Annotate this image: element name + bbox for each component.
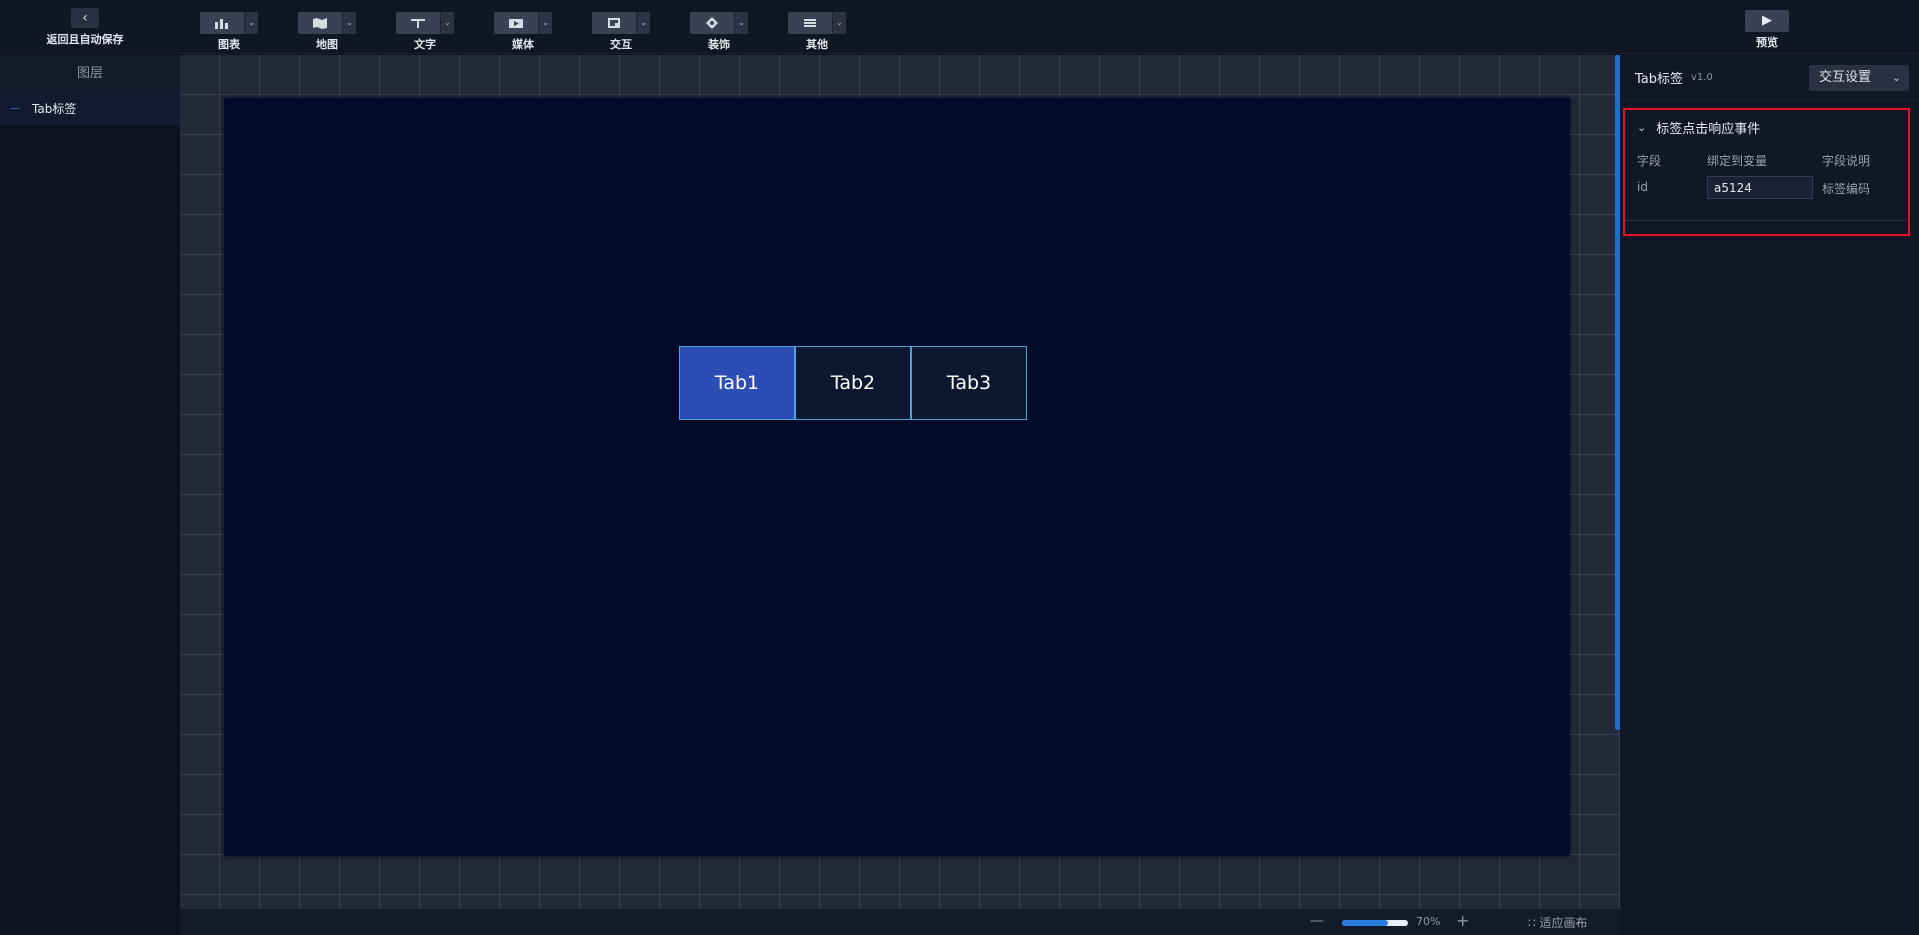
chevron-down-icon[interactable]: ⌄ <box>832 12 846 34</box>
field-description: 标签编码 <box>1822 182 1871 196</box>
layer-item-label: Tab标签 <box>32 102 77 116</box>
tool-chart[interactable]: ⌄ 图表 <box>200 12 258 52</box>
tool-map-label: 地图 <box>316 38 338 51</box>
zoom-out-button[interactable]: — <box>1310 913 1324 929</box>
event-title: 标签点击响应事件 <box>1656 122 1761 137</box>
chevron-down-icon[interactable]: ⌄ <box>244 12 258 34</box>
tool-chart-label: 图表 <box>218 38 240 51</box>
component-version: v1.0 <box>1691 72 1713 83</box>
event-section: ⌄ 标签点击响应事件 字段 绑定到变量 字段说明 id 标签编码 <box>1623 108 1910 236</box>
tab-component[interactable]: Tab1 Tab2 Tab3 <box>679 346 1027 420</box>
col-field-header: 字段 <box>1637 154 1662 168</box>
zoom-slider-fill <box>1342 920 1389 926</box>
canvas-stage[interactable]: Tab1 Tab2 Tab3 <box>224 98 1570 856</box>
col-desc-header: 字段说明 <box>1822 154 1871 168</box>
chevron-down-icon[interactable]: ⌄ <box>538 12 552 34</box>
tool-decoration-label: 装饰 <box>708 38 730 51</box>
top-toolbar: ‹ 返回且自动保存 ⌄ 图表 ⌄ 地图 ⌄ 文字 ⌄ 媒体 ⌄ 交互 ⌄ 装饰 … <box>0 0 1919 54</box>
back-save-label: 返回且自动保存 <box>46 33 124 46</box>
col-bind-header: 绑定到变量 <box>1707 154 1768 168</box>
preview-button[interactable]: ▶ 预览 <box>1745 10 1789 50</box>
chart-icon <box>200 12 244 34</box>
tool-interaction-label: 交互 <box>610 38 632 51</box>
mode-select[interactable]: 交互设置 ⌄ <box>1809 65 1909 91</box>
tab-2[interactable]: Tab2 <box>795 346 911 420</box>
chevron-down-icon: ⌄ <box>1891 71 1901 84</box>
field-name: id <box>1637 180 1648 194</box>
tool-media-label: 媒体 <box>512 38 534 51</box>
zoom-slider[interactable] <box>1342 920 1408 926</box>
back-save-button[interactable]: ‹ 返回且自动保存 <box>30 8 140 47</box>
layer-panel-title: 图层 <box>0 55 180 93</box>
event-section-toggle[interactable]: ⌄ 标签点击响应事件 <box>1637 118 1760 137</box>
tool-other-label: 其他 <box>806 38 828 51</box>
chevron-down-icon[interactable]: ⌄ <box>636 12 650 34</box>
fit-canvas-button[interactable]: ∷ 适应画布 <box>1528 914 1587 931</box>
layer-panel: 图层 — Tab标签 <box>0 55 180 935</box>
property-panel: Tab标签 v1.0 交互设置 ⌄ ⌄ 标签点击响应事件 字段 绑定到变量 字段… <box>1620 55 1919 935</box>
media-icon <box>494 12 538 34</box>
component-title: Tab标签 <box>1635 72 1684 87</box>
divider <box>1625 220 1908 221</box>
zoom-bar: — 70% + ∷ 适应画布 <box>180 909 1620 935</box>
layer-item-tab[interactable]: — Tab标签 <box>0 93 180 125</box>
fit-icon: ∷ <box>1528 916 1540 930</box>
map-icon <box>298 12 342 34</box>
tab-layer-icon: — <box>10 103 20 114</box>
variable-input[interactable] <box>1707 176 1813 199</box>
fit-canvas-label: 适应画布 <box>1539 916 1588 930</box>
preview-label: 预览 <box>1756 36 1778 49</box>
tab-1[interactable]: Tab1 <box>679 346 795 420</box>
tool-text-label: 文字 <box>414 38 436 51</box>
tool-map[interactable]: ⌄ 地图 <box>298 12 356 52</box>
tool-text[interactable]: ⌄ 文字 <box>396 12 454 52</box>
chevron-down-icon: ⌄ <box>1637 121 1647 134</box>
tool-media[interactable]: ⌄ 媒体 <box>494 12 552 52</box>
tool-other[interactable]: ⌄ 其他 <box>788 12 846 52</box>
play-icon: ▶ <box>1745 10 1789 32</box>
mode-select-value: 交互设置 <box>1819 70 1872 85</box>
other-icon <box>788 12 832 34</box>
chevron-down-icon[interactable]: ⌄ <box>734 12 748 34</box>
tool-decoration[interactable]: ⌄ 装饰 <box>690 12 748 52</box>
zoom-value: 70% <box>1416 915 1441 928</box>
text-icon <box>396 12 440 34</box>
chevron-left-icon: ‹ <box>71 8 99 28</box>
chevron-down-icon[interactable]: ⌄ <box>440 12 454 34</box>
zoom-in-button[interactable]: + <box>1456 911 1469 930</box>
decoration-icon <box>690 12 734 34</box>
tab-3[interactable]: Tab3 <box>911 346 1027 420</box>
interaction-icon <box>592 12 636 34</box>
tool-interaction[interactable]: ⌄ 交互 <box>592 12 650 52</box>
chevron-down-icon[interactable]: ⌄ <box>342 12 356 34</box>
